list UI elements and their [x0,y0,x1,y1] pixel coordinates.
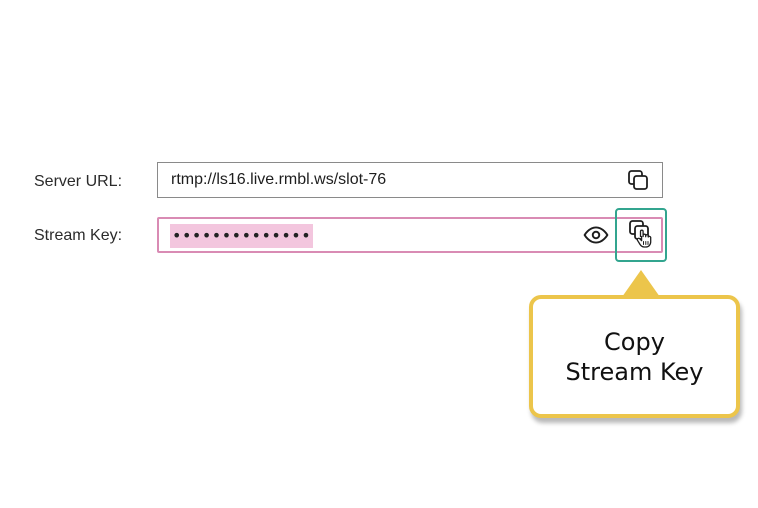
stream-key-label: Stream Key: [34,227,123,244]
copy-icon [629,220,652,248]
server-url-field[interactable]: rtmp://ls16.live.rmbl.ws/slot-76 [157,162,663,198]
stream-key-masked-value: •••••••••••••• [170,224,314,248]
callout-text-line2: Stream Key [565,357,704,386]
server-url-value: rtmp://ls16.live.rmbl.ws/slot-76 [171,171,387,188]
server-url-copy-button[interactable] [624,166,652,194]
callout-text: Copy Stream Key [550,327,720,387]
callout-arrow [622,270,660,297]
server-url-label: Server URL: [34,173,123,190]
stream-key-field[interactable]: •••••••••••••• [157,217,663,253]
callout-text-line1: Copy [604,327,665,356]
stream-key-reveal-button[interactable] [582,221,610,249]
copy-stream-key-callout: Copy Stream Key [529,295,740,418]
copy-icon [628,170,648,190]
eye-icon [583,226,609,244]
stream-key-copy-button[interactable] [615,208,667,262]
